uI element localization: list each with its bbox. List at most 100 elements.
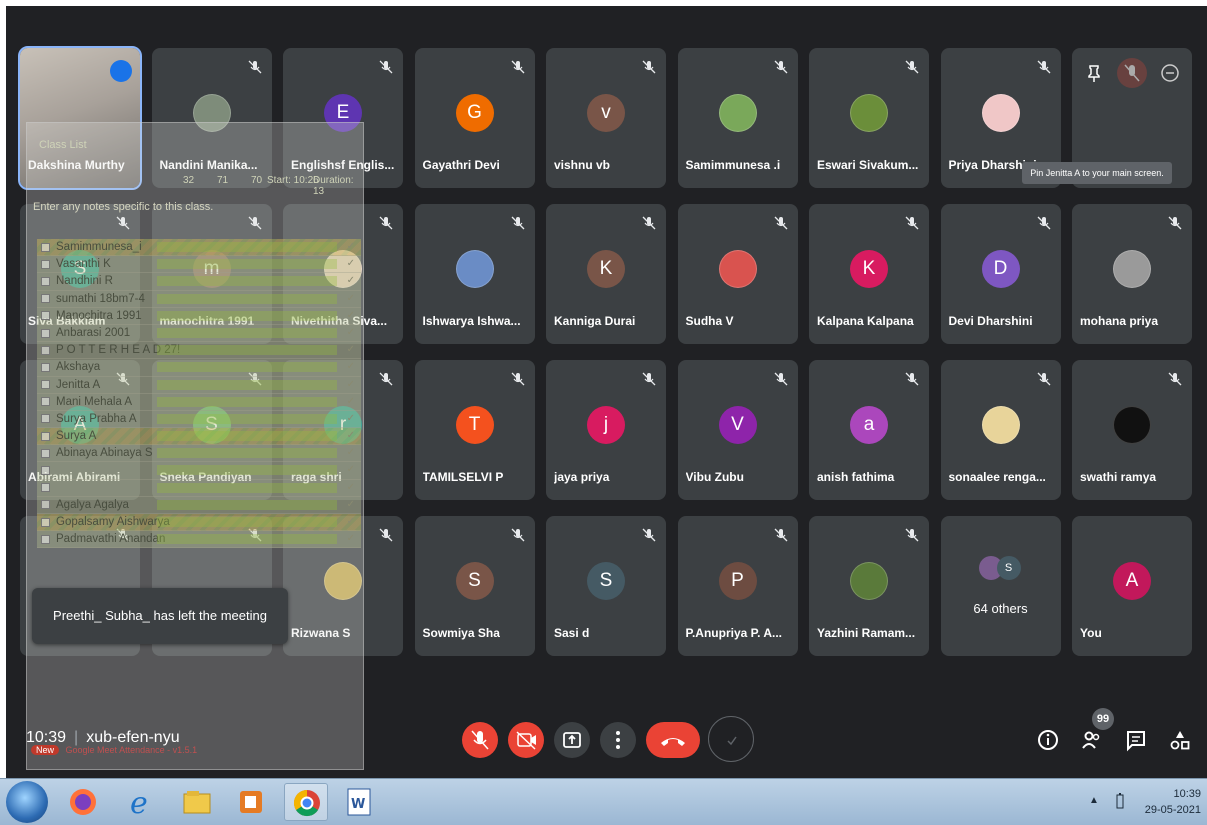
participant-tile[interactable]: A You: [1072, 516, 1192, 656]
attendance-row[interactable]: Gopalsamy Aishwarya ✓: [37, 514, 361, 532]
meeting-details-button[interactable]: [1036, 728, 1060, 757]
attendance-checkbox[interactable]: [41, 362, 50, 372]
camera-button[interactable]: [508, 722, 544, 758]
people-button[interactable]: [1080, 728, 1104, 757]
attendance-bar: [157, 396, 337, 407]
microphone-button[interactable]: [462, 722, 498, 758]
attendance-checkbox[interactable]: [41, 431, 50, 441]
attendance-row[interactable]: Manochitra 1991 ✓: [37, 307, 361, 325]
avatar: [1113, 406, 1151, 444]
attendance-row[interactable]: Surya Prabha A ✓: [37, 410, 361, 429]
attendance-checkbox[interactable]: [41, 380, 50, 390]
attendance-checkbox[interactable]: [41, 276, 50, 286]
attendance-row[interactable]: Akshaya ✓: [37, 359, 361, 377]
student-name: Manochitra 1991: [56, 309, 142, 322]
attendance-checkbox[interactable]: [41, 397, 50, 407]
participant-tile[interactable]: Sudha V: [677, 204, 798, 344]
attendance-row[interactable]: Vasanthi K ✓: [37, 256, 361, 274]
attendance-row[interactable]: Padmavathi Anandan ✓: [37, 531, 361, 549]
remove-participant-button[interactable]: [1155, 58, 1185, 88]
participant-tile[interactable]: a anish fathima: [809, 360, 929, 500]
participant-tile[interactable]: sonaalee renga...: [940, 360, 1061, 500]
info-icon: [1038, 730, 1058, 750]
attendance-checkbox[interactable]: [41, 517, 50, 527]
attendance-row[interactable]: Surya A ✓: [37, 428, 361, 446]
check-icon: ✓: [346, 344, 355, 356]
participant-tile[interactable]: Ishwarya Ishwa...: [414, 204, 535, 344]
participant-name: swathi ramya: [1080, 470, 1157, 484]
more-options-button[interactable]: [600, 722, 636, 758]
mute-participant-button[interactable]: [1117, 58, 1147, 88]
participant-tile[interactable]: V Vibu Zubu: [677, 360, 798, 500]
start-button[interactable]: [6, 781, 48, 823]
internet-explorer-taskbar-icon[interactable]: e: [122, 783, 160, 821]
participant-tile[interactable]: v vishnu vb: [546, 48, 666, 188]
attendance-checkbox[interactable]: [41, 259, 50, 269]
participant-tile[interactable]: S Sowmiya Sha: [414, 516, 535, 656]
attendance-bar: [157, 448, 337, 459]
participant-tile[interactable]: swathi ramya: [1072, 360, 1192, 500]
battery-icon[interactable]: [1115, 791, 1125, 814]
attendance-row[interactable]: Abinaya Abinaya S ✓: [37, 445, 361, 463]
participant-tile[interactable]: G Gayathri Devi: [414, 48, 535, 188]
firefox-taskbar-icon[interactable]: [64, 783, 102, 821]
attendance-checkbox[interactable]: [41, 345, 50, 355]
attendance-row[interactable]: sumathi 18bm7-4 ✓: [37, 290, 361, 308]
meeting-time: 10:39: [26, 729, 67, 746]
absent-count: 71: [217, 175, 229, 186]
leave-call-button[interactable]: [646, 722, 700, 758]
present-screen-button[interactable]: [554, 722, 590, 758]
word-taskbar-icon[interactable]: W: [340, 783, 378, 821]
attendance-row[interactable]: Samimmunesa_i ✓: [37, 239, 361, 257]
attendance-row[interactable]: Nandhini R ✓: [37, 273, 361, 291]
attendance-row[interactable]: Mani Mehala A ✓: [37, 393, 361, 411]
attendance-row[interactable]: Agalya Agalya ✓: [37, 496, 361, 514]
attendance-row[interactable]: P O T T E R H E A D 27! ✓: [37, 342, 361, 360]
outlook-taskbar-icon[interactable]: [232, 783, 270, 821]
attendance-checkbox[interactable]: [41, 242, 50, 252]
attendance-checkbox[interactable]: [41, 483, 50, 493]
duration: Duration: 13: [313, 175, 354, 197]
show-hidden-icons-icon[interactable]: ▲: [1089, 795, 1099, 806]
speaking-indicator-icon: [110, 60, 132, 82]
participant-tile[interactable]: P P.Anupriya P. A...: [677, 516, 798, 656]
attendance-checkbox[interactable]: [41, 500, 50, 510]
people-count-badge: 99: [1092, 708, 1114, 730]
participant-name: Sasi d: [554, 626, 590, 640]
attendance-checkbox[interactable]: [41, 414, 50, 424]
file-explorer-taskbar-icon[interactable]: [178, 783, 216, 821]
participant-tile[interactable]: K Kalpana Kalpana: [809, 204, 929, 344]
attendance-row[interactable]: Anbarasi 2001 ✓: [37, 324, 361, 343]
attendance-checkbox[interactable]: [41, 534, 50, 544]
attendance-checkbox[interactable]: [41, 294, 50, 304]
participant-tile[interactable]: j jaya priya: [546, 360, 666, 500]
attendance-checkbox[interactable]: [41, 328, 50, 338]
participant-tile[interactable]: Eswari Sivakum...: [809, 48, 929, 188]
class-notes-input[interactable]: Enter any notes specific to this class.: [29, 199, 361, 231]
chat-button[interactable]: [1124, 728, 1148, 757]
attendance-row[interactable]: ✓: [37, 479, 361, 497]
pin-button[interactable]: [1079, 58, 1109, 88]
participant-tile[interactable]: mohana priya: [1072, 204, 1192, 344]
participant-tile[interactable]: Samimmunesa .i: [677, 48, 798, 188]
attendance-checkbox[interactable]: [41, 311, 50, 321]
attendance-checkbox[interactable]: [41, 466, 50, 476]
attendance-row[interactable]: ✓: [37, 462, 361, 480]
participant-name: anish fathima: [817, 470, 895, 484]
attendance-row[interactable]: Jenitta A ✓: [37, 376, 361, 394]
participant-tile[interactable]: S 64 others: [940, 516, 1061, 656]
attendance-checkbox[interactable]: [41, 448, 50, 458]
chrome-taskbar-icon[interactable]: [284, 783, 328, 821]
taskbar-clock[interactable]: 10:39 29-05-2021: [1145, 786, 1201, 818]
participant-tile[interactable]: S Sasi d: [546, 516, 666, 656]
participant-tile[interactable]: T TAMILSELVI P: [414, 360, 535, 500]
activities-button[interactable]: [1168, 728, 1192, 757]
extension-check-button[interactable]: [708, 716, 754, 762]
mic-off-icon: [1124, 64, 1140, 82]
attendance-bar: [157, 276, 337, 287]
participant-tile[interactable]: K Kanniga Durai: [546, 204, 666, 344]
attendance-bar: [157, 431, 337, 442]
participant-tile[interactable]: Yazhini Ramam...: [809, 516, 929, 656]
meeting-code: xub-efen-nyu: [86, 729, 180, 746]
participant-tile[interactable]: D Devi Dharshini: [940, 204, 1061, 344]
